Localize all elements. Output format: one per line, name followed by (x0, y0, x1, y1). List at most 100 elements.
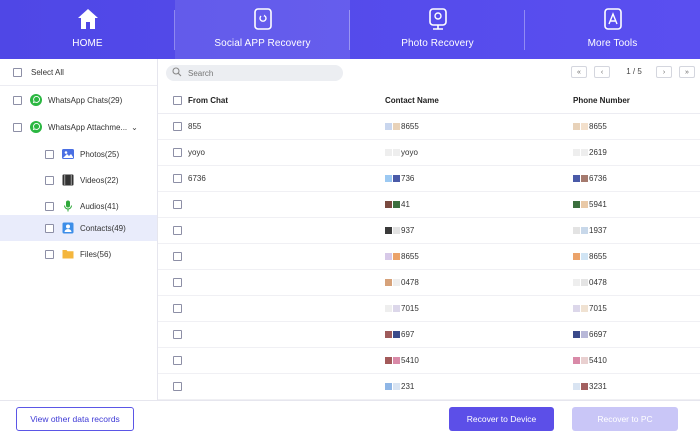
from-chat-cell (173, 356, 188, 365)
row-checkbox[interactable] (173, 174, 182, 183)
phone-number-cell: 0478 (573, 278, 607, 287)
recover-to-pc-button[interactable]: Recover to PC (572, 407, 678, 431)
row-checkbox[interactable] (173, 382, 182, 391)
phone-number-value: 7015 (589, 304, 607, 313)
select-all-rows-checkbox[interactable] (173, 96, 182, 105)
table-row[interactable]: 697 6697 (158, 322, 700, 348)
tab-photo-label: Photo Recovery (401, 38, 474, 49)
contact-name-value: 736 (401, 174, 415, 183)
contact-name-cell: 7015 (385, 304, 419, 313)
videos-checkbox[interactable] (45, 175, 54, 185)
whatsapp-chats-label: WhatsApp Chats(29) (48, 95, 123, 105)
contact-name-value: 5410 (401, 356, 419, 365)
sidebar-item-whatsapp-chats[interactable]: WhatsApp Chats(29) (0, 87, 157, 113)
photos-checkbox[interactable] (45, 149, 54, 159)
phone-number-cell: 6736 (573, 174, 607, 183)
row-checkbox[interactable] (173, 304, 182, 313)
table-row[interactable]: 855 8655 8655 (158, 114, 700, 140)
contact-name-cell: 697 (385, 330, 414, 339)
table-row[interactable]: yoyo yoyo 2619 (158, 140, 700, 166)
top-navigation: HOME Social APP Recovery Photo Recovery … (0, 0, 700, 59)
view-other-records-button[interactable]: View other data records (16, 407, 134, 431)
from-chat-cell (173, 330, 188, 339)
row-checkbox[interactable] (173, 200, 182, 209)
table-row[interactable]: 41 5941 (158, 192, 700, 218)
table-row[interactable]: 7015 7015 (158, 296, 700, 322)
whatsapp-icon (30, 121, 42, 133)
phone-number-value: 5410 (589, 356, 607, 365)
table-row[interactable]: 8655 8655 (158, 244, 700, 270)
contact-name-value: 231 (401, 382, 415, 391)
sidebar: Select All WhatsApp Chats(29) WhatsApp A… (0, 59, 158, 400)
sidebar-item-photos[interactable]: Photos(25) (0, 141, 157, 167)
phone-number-cell: 2619 (573, 148, 607, 157)
from-chat-cell (173, 304, 188, 313)
select-all-row[interactable]: Select All (0, 59, 157, 85)
from-chat-cell (173, 278, 188, 287)
table-row[interactable]: 231 3231 (158, 374, 700, 400)
phone-number-value: 3231 (589, 382, 607, 391)
next-page-button[interactable]: › (656, 66, 672, 78)
phone-number-cell: 5941 (573, 200, 607, 209)
row-checkbox[interactable] (173, 330, 182, 339)
phone-number-cell: 7015 (573, 304, 607, 313)
whatsapp-attachments-checkbox[interactable] (13, 122, 22, 132)
audios-checkbox[interactable] (45, 201, 54, 211)
row-checkbox[interactable] (173, 148, 182, 157)
header-contact-name: Contact Name (385, 96, 439, 105)
whatsapp-chats-checkbox[interactable] (13, 95, 22, 105)
contact-name-value: 8655 (401, 252, 419, 261)
contact-name-cell: 8655 (385, 122, 419, 131)
contact-name-value: 937 (401, 226, 415, 235)
table-row[interactable]: 6736 736 6736 (158, 166, 700, 192)
phone-number-value: 5941 (589, 200, 607, 209)
header-phone-number: Phone Number (573, 96, 630, 105)
row-checkbox[interactable] (173, 356, 182, 365)
tools-icon (601, 7, 625, 31)
sidebar-item-contacts[interactable]: Contacts(49) (0, 215, 157, 241)
row-checkbox[interactable] (173, 226, 182, 235)
recover-to-device-button[interactable]: Recover to Device (449, 407, 554, 431)
tab-social-label: Social APP Recovery (214, 38, 311, 49)
first-page-button[interactable]: « (571, 66, 587, 78)
tab-social-app-recovery[interactable]: Social APP Recovery (175, 0, 350, 59)
select-all-label: Select All (31, 67, 64, 77)
videos-label: Videos(22) (80, 175, 119, 185)
contact-name-value: 41 (401, 200, 410, 209)
audios-label: Audios(41) (80, 201, 119, 211)
tab-more-tools[interactable]: More Tools (525, 0, 700, 59)
tab-tools-label: More Tools (587, 38, 638, 49)
whatsapp-icon (30, 94, 42, 106)
tab-photo-recovery[interactable]: Photo Recovery (350, 0, 525, 59)
phone-number-value: 8655 (589, 122, 607, 131)
table-row[interactable]: 0478 0478 (158, 270, 700, 296)
chevron-down-icon[interactable]: ⌄ (131, 123, 138, 132)
from-chat-cell: 6736 (173, 174, 206, 183)
sidebar-item-whatsapp-attachments[interactable]: WhatsApp Attachme... ⌄ (0, 114, 157, 140)
table-row[interactable]: 937 1937 (158, 218, 700, 244)
contacts-checkbox[interactable] (45, 223, 54, 233)
header-from-label: From Chat (188, 96, 228, 105)
row-checkbox[interactable] (173, 252, 182, 261)
table-row[interactable]: 5410 5410 (158, 348, 700, 374)
row-checkbox[interactable] (173, 278, 182, 287)
double-chevron-left-icon: « (577, 68, 581, 76)
phone-number-cell: 8655 (573, 252, 607, 261)
last-page-button[interactable]: » (679, 66, 695, 78)
from-chat-cell (173, 200, 188, 209)
from-chat-value: 855 (188, 122, 202, 131)
select-all-checkbox[interactable] (13, 67, 22, 77)
search-bar[interactable] (166, 65, 343, 81)
sidebar-item-videos[interactable]: Videos(22) (0, 167, 157, 193)
sidebar-item-files[interactable]: Files(56) (0, 241, 157, 267)
files-checkbox[interactable] (45, 249, 54, 259)
from-chat-cell: yoyo (173, 148, 205, 157)
row-checkbox[interactable] (173, 122, 182, 131)
tab-home[interactable]: HOME (0, 0, 175, 59)
phone-number-value: 6697 (589, 330, 607, 339)
prev-page-button[interactable]: ‹ (594, 66, 610, 78)
search-input[interactable] (188, 68, 328, 78)
from-chat-cell (173, 226, 188, 235)
files-label: Files(56) (80, 249, 112, 259)
from-chat-cell: 855 (173, 122, 201, 131)
